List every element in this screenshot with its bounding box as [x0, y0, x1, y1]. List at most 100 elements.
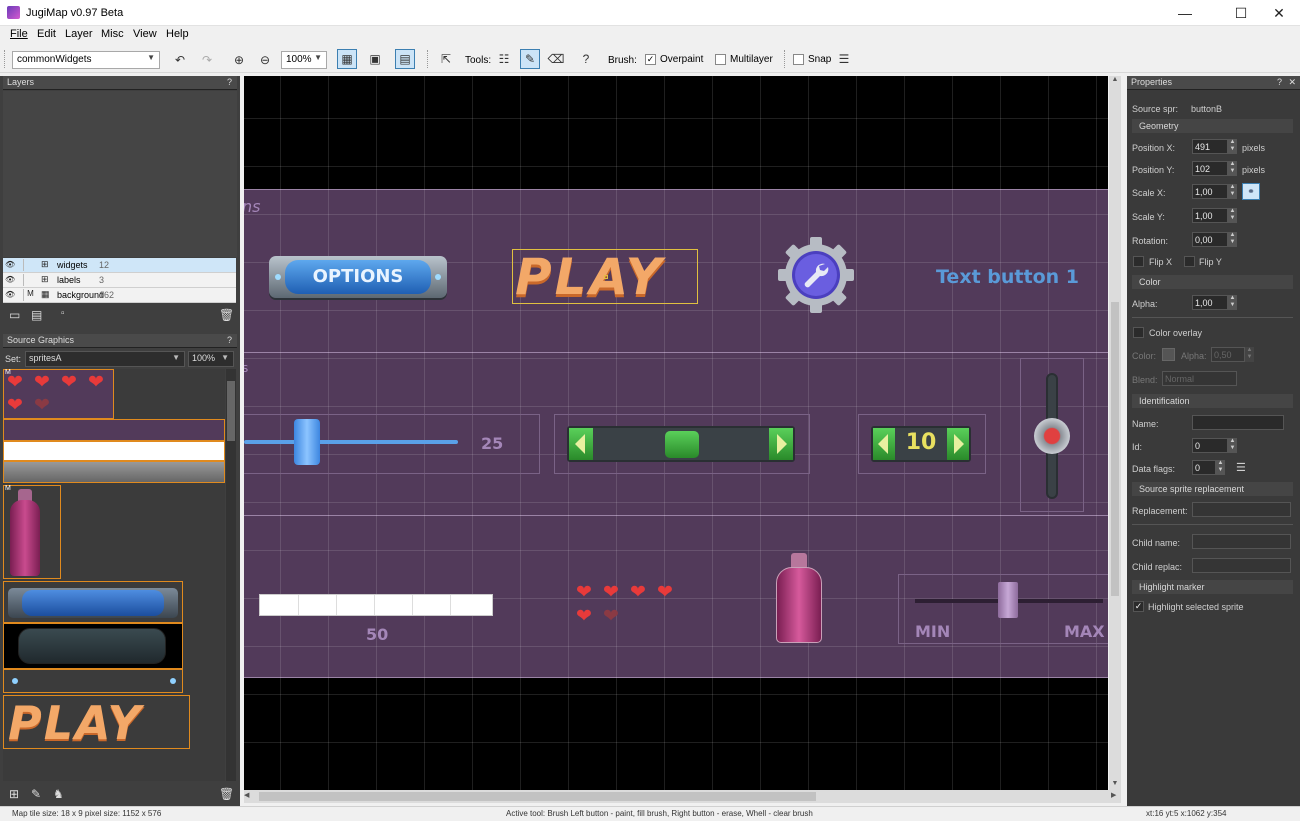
canvas-hscrollbar[interactable]: ◀ ▶ — [244, 790, 1121, 803]
map-canvas[interactable]: ns s OPTIONS PLAY — [244, 76, 1108, 790]
close-button[interactable]: ✕ — [1256, 0, 1300, 26]
select-tool-button[interactable]: ⇱ — [436, 49, 456, 69]
dark-button-sprite-thumb[interactable] — [3, 623, 183, 669]
play-button[interactable]: PLAY — [512, 248, 698, 306]
replacement-select[interactable] — [1192, 502, 1291, 517]
scale-x-spinner[interactable]: ▲ ▼ — [1228, 184, 1237, 199]
source-help-icon[interactable]: ? — [227, 335, 232, 345]
menu-help[interactable]: Help — [166, 28, 189, 40]
name-input[interactable] — [1192, 415, 1284, 430]
layer-folder-icon[interactable]: ▫ — [61, 308, 65, 319]
id-input[interactable]: 0 — [1192, 438, 1228, 453]
menu-edit[interactable]: Edit — [37, 28, 56, 40]
properties-close-icon[interactable]: ✕ — [1288, 77, 1296, 88]
scroll-right-icon[interactable]: ▶ — [1111, 791, 1121, 802]
identification-section[interactable]: Identification — [1132, 394, 1293, 408]
text-button-1[interactable]: Text button 1 — [936, 266, 1079, 288]
lock-toggle[interactable] — [23, 259, 37, 271]
list-icon[interactable]: ☰ — [1236, 461, 1246, 474]
help-button[interactable]: ? — [576, 49, 596, 69]
eraser-tool-button[interactable]: ⌫ — [546, 49, 566, 69]
highlight-selected-checkbox[interactable]: ✓ — [1133, 601, 1144, 612]
options-button[interactable]: OPTIONS — [269, 256, 447, 298]
dots-sprite-thumb[interactable] — [3, 669, 183, 693]
minimize-button[interactable]: — — [1162, 0, 1208, 26]
scroll-up-icon[interactable]: ▲ — [1109, 76, 1121, 86]
undo-button[interactable]: ↶ — [170, 50, 190, 70]
layer-row-labels[interactable]: 👁 ⊞ labels 3 — [3, 273, 236, 288]
highlight-marker-section[interactable]: Highlight marker — [1132, 580, 1293, 594]
pos-x-input[interactable]: 491 — [1192, 139, 1228, 154]
play-sprite-thumb[interactable]: PLAY — [3, 695, 190, 750]
color-section[interactable]: Color — [1132, 275, 1293, 289]
scale-x-input[interactable]: 1,00 — [1192, 184, 1228, 199]
data-flags-input[interactable]: 0 — [1192, 460, 1216, 475]
delete-layer-icon[interactable]: 🗑 — [219, 308, 234, 322]
menu-layer[interactable]: Layer — [65, 28, 93, 40]
child-replac-select[interactable] — [1192, 558, 1291, 573]
alpha-input[interactable]: 1,00 — [1192, 295, 1228, 310]
zoom-out-button[interactable]: ⊖ — [255, 50, 275, 70]
scroller-thumb[interactable] — [665, 431, 699, 458]
canvas-hscroll-thumb[interactable] — [259, 792, 816, 801]
source-scrollbar[interactable] — [226, 369, 236, 781]
tile-tool-button[interactable]: ☷ — [494, 49, 514, 69]
alpha2-spinner[interactable]: ▲ ▼ — [1245, 347, 1254, 362]
id-spinner[interactable]: ▲ ▼ — [1228, 438, 1237, 453]
scroller-left-button[interactable] — [569, 428, 593, 460]
source-scroll-thumb[interactable] — [227, 381, 235, 441]
child-name-input[interactable] — [1192, 534, 1291, 549]
settings-gear-button[interactable] — [777, 236, 855, 314]
band-sprite-thumb[interactable] — [3, 419, 225, 441]
add-tile-layer-icon[interactable]: ▤ — [31, 308, 42, 322]
eye-icon[interactable]: 👁 — [5, 290, 19, 301]
link-scale-button[interactable]: ⚭ — [1242, 183, 1260, 200]
lock-toggle[interactable] — [23, 274, 37, 286]
bottle-sprite-thumb[interactable]: M — [3, 485, 61, 579]
spinner-increment-button[interactable] — [947, 428, 969, 460]
add-layer-icon[interactable]: ▭ — [9, 308, 20, 322]
rotation-spinner[interactable]: ▲ ▼ — [1228, 232, 1237, 247]
show-grid-button[interactable]: ▦ — [337, 49, 357, 69]
show-layout-button[interactable]: ▤ — [395, 49, 415, 69]
spinner-decrement-button[interactable] — [873, 428, 895, 460]
source-zoom-select[interactable]: 100% ▼ — [188, 351, 234, 367]
hearts-sprite-thumb[interactable]: M ❤ ❤ ❤ ❤ ❤ ❤ — [3, 369, 114, 419]
snap-checkbox[interactable] — [793, 54, 804, 65]
multilayer-checkbox[interactable] — [715, 54, 726, 65]
animation-icon[interactable]: ♞ — [53, 787, 64, 801]
data-flags-spinner[interactable]: ▲ ▼ — [1216, 460, 1225, 475]
layer-row-widgets[interactable]: 👁 ⊞ widgets 12 — [3, 258, 236, 273]
slider-track[interactable] — [244, 440, 458, 444]
layer-row-background[interactable]: 👁 M ▦ background 162 — [3, 288, 236, 303]
gray-bar-sprite-thumb[interactable] — [3, 461, 225, 483]
brush-tool-button[interactable]: ✎ — [520, 49, 540, 69]
snap-options-button[interactable]: ☰ — [834, 49, 854, 69]
pos-y-input[interactable]: 102 — [1192, 161, 1228, 176]
scale-y-input[interactable]: 1,00 — [1192, 208, 1228, 223]
map-select[interactable]: commonWidgets ▼ — [12, 51, 160, 69]
color-swatch[interactable] — [1162, 348, 1175, 361]
color-overlay-checkbox[interactable] — [1133, 327, 1144, 338]
pos-y-spinner[interactable]: ▲ ▼ — [1228, 161, 1237, 176]
overpaint-checkbox[interactable]: ✓ — [645, 54, 656, 65]
layers-help-icon[interactable]: ? — [227, 77, 232, 87]
alpha2-input[interactable]: 0,50 — [1211, 347, 1245, 362]
edit-source-icon[interactable]: ✎ — [31, 787, 41, 801]
canvas-vscroll-thumb[interactable] — [1111, 302, 1119, 596]
menu-file[interactable]: File — [10, 28, 28, 40]
blue-button-sprite-thumb[interactable] — [3, 581, 183, 623]
white-bar-sprite-thumb[interactable] — [3, 441, 225, 461]
geometry-section[interactable]: Geometry — [1132, 119, 1293, 133]
blend-select[interactable]: Normal — [1162, 371, 1237, 386]
delete-source-icon[interactable]: 🗑 — [219, 787, 234, 801]
alpha-spinner[interactable]: ▲ ▼ — [1228, 295, 1237, 310]
menu-view[interactable]: View — [133, 28, 157, 40]
zoom-select[interactable]: 100% ▼ — [281, 51, 327, 69]
add-source-icon[interactable]: ⊞ — [9, 787, 19, 801]
scroll-down-icon[interactable]: ▼ — [1109, 780, 1121, 790]
set-select[interactable]: spritesA ▼ — [25, 351, 185, 367]
scroller-right-button[interactable] — [769, 428, 793, 460]
flip-x-checkbox[interactable] — [1133, 256, 1144, 267]
scroll-left-icon[interactable]: ◀ — [244, 791, 254, 802]
